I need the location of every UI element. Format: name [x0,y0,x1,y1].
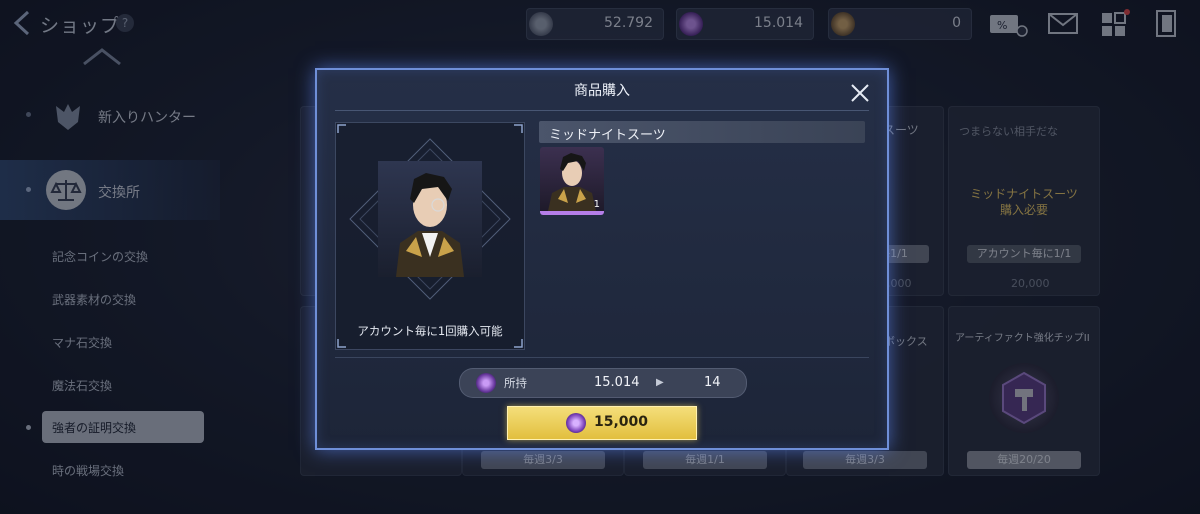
character-portrait [378,161,482,277]
item-name: ミッドナイトスーツ [549,128,666,143]
divider [335,110,869,111]
item-thumbnail[interactable]: 1 [540,147,604,215]
close-icon [851,84,869,102]
item-name-bar: ミッドナイトスーツ [539,121,865,143]
arrow-right-icon: ▶ [656,377,664,388]
close-button[interactable] [849,82,871,104]
character-portrait-icon [396,173,464,277]
currency-balance-bar: 所持 15.014 ▶ 14 [459,368,747,398]
purple-gem-icon [476,373,496,393]
purchase-button[interactable]: 15,000 [507,406,697,440]
owned-after-value: 14 [704,375,721,390]
purchase-price: 15,000 [594,414,649,430]
item-preview: アカウント毎に1回購入可能 [335,122,525,350]
owned-current-value: 15.014 [594,375,640,390]
purple-gem-icon [566,413,586,433]
item-count: 1 [593,199,600,210]
divider [335,357,869,358]
purchase-dialog: 商品購入 アカウント毎に1回購入可能 ミッドナイトスーツ 1 所持 15.014… [315,68,889,450]
purchase-limit-note: アカウント毎に1回購入可能 [357,324,503,338]
dialog-title: 商品購入 [574,83,630,99]
owned-label: 所持 [504,376,527,390]
